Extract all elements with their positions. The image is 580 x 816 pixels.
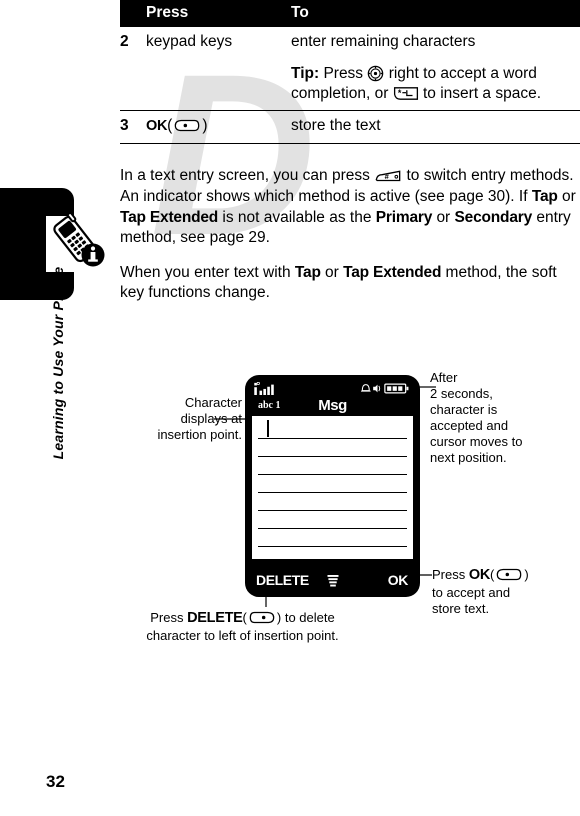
step-press	[146, 59, 291, 111]
text-line	[258, 528, 407, 529]
callout-press-delete: Press DELETE() to delete character to le…	[110, 610, 375, 644]
callout-line: next position.	[430, 449, 507, 465]
p2-text-a: When you enter text with	[120, 263, 291, 281]
text-line	[258, 456, 407, 457]
right-softkey-icon	[497, 568, 522, 581]
table-row: Tip: Press right to accept a word comple…	[120, 59, 580, 111]
paragraph-entry-methods: In a text entry screen, you can press # …	[120, 166, 578, 248]
softkey-label-ok: OK	[468, 567, 491, 583]
star-key-icon: *	[393, 86, 418, 100]
step-number	[120, 59, 146, 111]
page-content: Press To 2 keypad keys enter remaining c…	[120, 0, 580, 318]
callout-line: cursor moves to	[430, 433, 523, 449]
callout-line: to accept and	[432, 584, 511, 600]
table-body: 2 keypad keys enter remaining characters…	[120, 27, 580, 145]
chapter-sidebar-title: Learning to Use Your Phone	[50, 266, 66, 460]
callout-press-word: Press	[150, 610, 184, 625]
text-line	[258, 564, 407, 565]
softkey-left-delete[interactable]: DELETE	[256, 572, 309, 588]
term-secondary: Secondary	[454, 208, 533, 226]
table-header: Press To	[120, 0, 580, 27]
step-press: OK()	[146, 110, 291, 145]
callout-character-displays: Character displays at insertion point.	[110, 395, 242, 443]
procedure-table: Press To 2 keypad keys enter remaining c…	[120, 0, 580, 145]
paren-close: )	[276, 610, 282, 625]
step-to: store the text	[291, 110, 580, 145]
term-tap-extended-2: Tap Extended	[343, 263, 442, 281]
alarm-icon	[361, 384, 371, 392]
step-tip: Tip: Press right to accept a word comple…	[291, 59, 580, 111]
table-row: 2 keypad keys enter remaining characters	[120, 27, 580, 59]
title-bar: abc 1 Msg	[250, 397, 415, 416]
table-header-row: Press To	[120, 0, 580, 27]
ringer-icon	[373, 384, 381, 393]
column-header-number	[120, 0, 146, 27]
callout-line: character is	[430, 401, 498, 417]
tip-text-1: Press	[323, 64, 364, 82]
step-press: keypad keys	[146, 33, 233, 50]
pound-key-icon: #	[375, 170, 401, 182]
table-row: 3 OK() store the text	[120, 110, 580, 145]
callout-press-ok: Press OK() to accept and store text.	[432, 567, 577, 617]
phone-screen: abc 1 Msg DELETE OK	[250, 380, 415, 592]
text-cursor	[267, 420, 269, 437]
callout-press-word: Press	[432, 567, 466, 582]
p1-or: or	[561, 187, 576, 205]
callout-line: character to left of insertion point.	[146, 627, 339, 643]
softkey-bar: DELETE OK	[250, 570, 415, 592]
softkey-label-ok: OK	[146, 118, 168, 135]
term-tap-2: Tap	[294, 263, 321, 281]
callout-line: 2 seconds,	[430, 385, 493, 401]
term-tap: Tap	[531, 187, 558, 205]
column-header-press: Press	[146, 0, 291, 27]
paren-close: )	[524, 567, 529, 582]
step-to: enter remaining characters	[291, 33, 476, 50]
p1-text-c: is not available as the	[222, 208, 372, 226]
term-primary: Primary	[375, 208, 433, 226]
left-softkey-icon	[249, 611, 275, 624]
paragraph-softkey-change: When you enter text with Tap or Tap Exte…	[120, 263, 578, 304]
column-header-to: To	[291, 0, 580, 27]
phone-display: abc 1 Msg DELETE OK	[245, 375, 420, 597]
text-entry-area[interactable]	[252, 416, 413, 565]
paren-close: )	[202, 117, 208, 135]
text-line	[258, 474, 407, 475]
callout-after-2-seconds: After 2 seconds, character is accepted a…	[430, 370, 575, 466]
navigation-key-icon	[368, 65, 384, 82]
callout-line: store text.	[432, 600, 490, 616]
step-number: 2	[120, 33, 129, 50]
text-line	[258, 546, 407, 547]
callout-line: accepted and	[430, 417, 509, 433]
text-line	[258, 510, 407, 511]
callout-line: insertion point.	[157, 426, 242, 442]
p1-text-a: In a text entry screen, you can press	[120, 167, 370, 185]
callout-line: displays at	[180, 410, 242, 426]
menu-icon[interactable]	[327, 574, 339, 588]
right-softkey-icon	[175, 120, 200, 132]
callout-line: Press OK()	[432, 567, 577, 585]
p2-or: or	[325, 263, 339, 281]
softkey-right-ok[interactable]: OK	[388, 572, 409, 588]
callout-line: Press DELETE() to delete	[110, 610, 375, 628]
svg-text:*: *	[398, 88, 402, 98]
tip-text-3: to insert a space.	[422, 84, 542, 102]
step-number: 3	[120, 110, 146, 145]
page-number: 32	[46, 772, 65, 791]
signal-strength-icon	[254, 382, 274, 395]
battery-icon	[384, 383, 409, 394]
softkey-label-delete: DELETE	[187, 610, 243, 626]
status-right-icons	[361, 383, 409, 394]
p1-or-2: or	[436, 208, 451, 226]
text-line	[258, 492, 407, 493]
screen-title: Msg	[318, 397, 347, 414]
text-line	[258, 438, 407, 439]
status-bar	[250, 380, 415, 397]
phone-screen-figure: abc 1 Msg DELETE OK Character displays a…	[0, 365, 580, 665]
callout-line: After	[430, 370, 458, 385]
callout-suffix: to delete	[284, 610, 335, 625]
callout-line: Character	[184, 395, 242, 410]
tip-label: Tip:	[291, 64, 320, 82]
term-tap-extended: Tap Extended	[120, 208, 219, 226]
